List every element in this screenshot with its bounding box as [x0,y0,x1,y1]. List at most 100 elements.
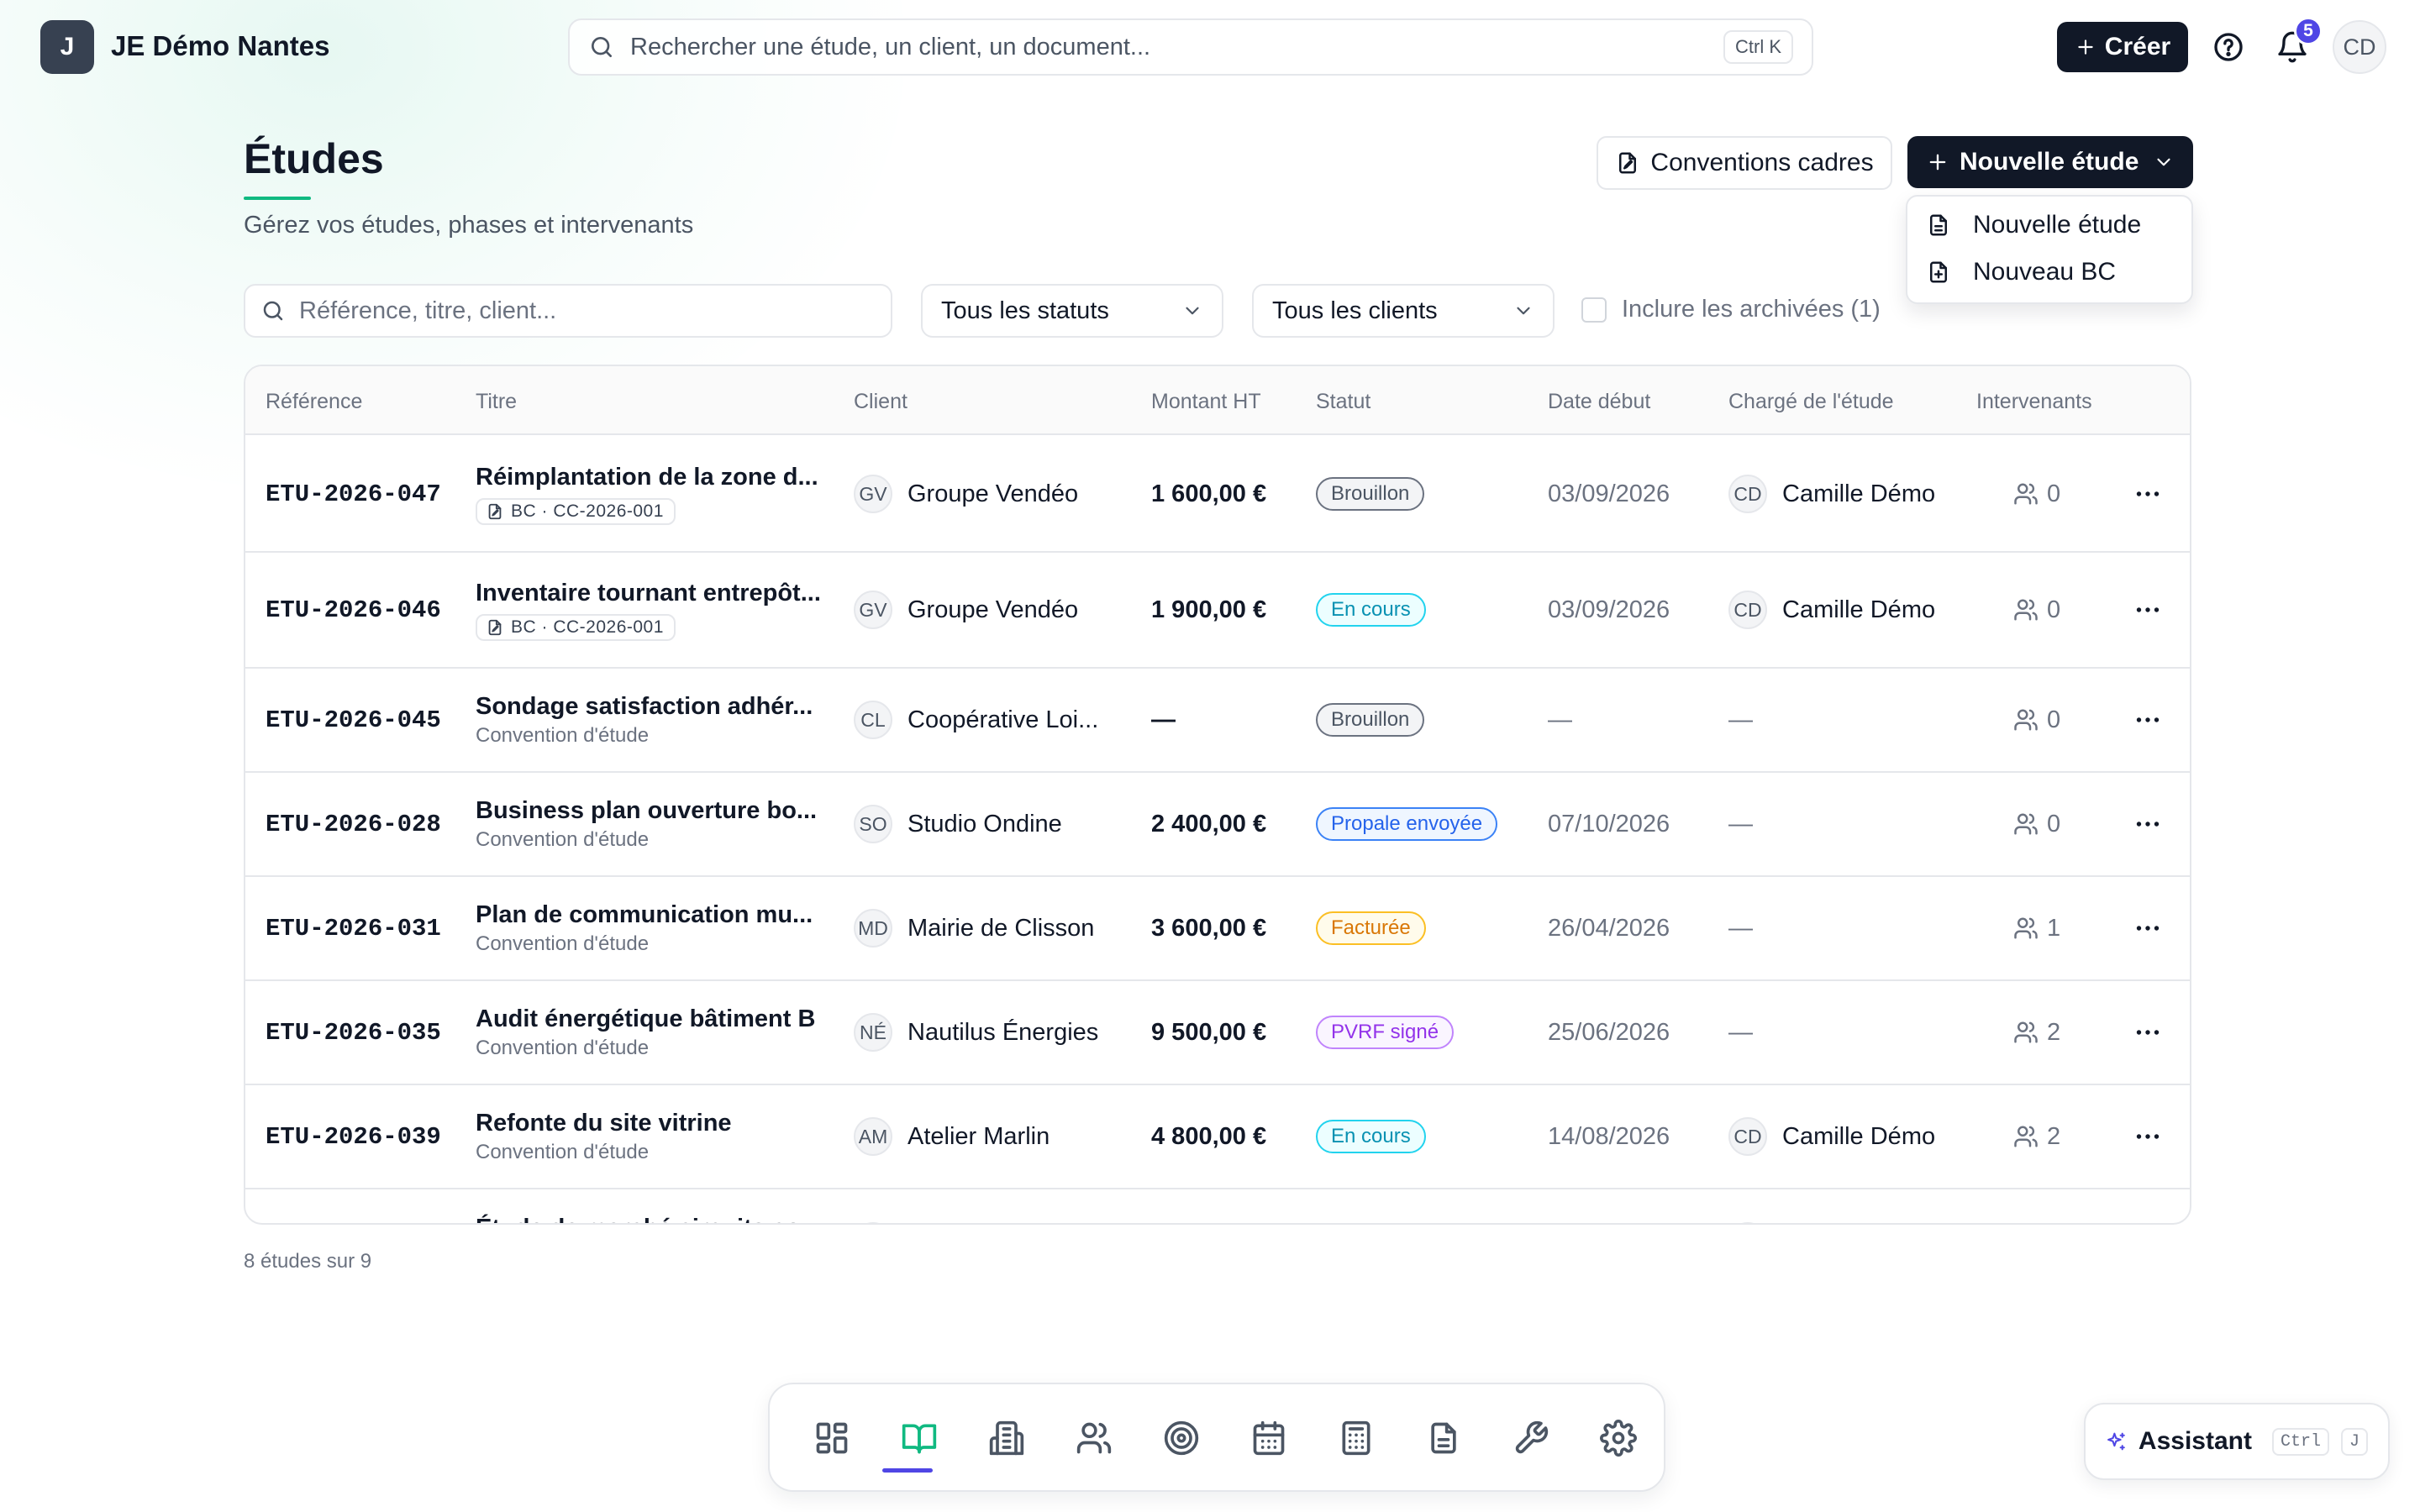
row-actions-button[interactable] [2133,773,2163,875]
table-row[interactable]: ETU-2026-047 Réimplantation de la zone d.… [245,437,2190,553]
dock-active-indicator [882,1468,933,1473]
table-search-input[interactable] [299,297,876,325]
start-date: 07/10/2026 [1548,810,1670,837]
dock-companies[interactable] [976,1408,1037,1468]
client-name[interactable]: Groupe Vendéo [908,480,1078,508]
column-header-reference[interactable]: Référence [266,390,362,414]
dropdown-item-new-bc[interactable]: Nouveau BC [1907,249,2191,296]
row-actions-button[interactable] [2133,1085,2163,1188]
study-title[interactable]: Inventaire tournant entrepôt... [476,580,821,607]
contributors-count: 2 [2013,981,2060,1084]
table-row[interactable]: ETU-2026-031 Plan de communication mu... C… [245,877,2190,981]
manager-empty: — [1728,810,1753,837]
results-count: 8 études sur 9 [244,1250,372,1273]
row-actions-button[interactable] [2133,437,2163,551]
row-actions-button[interactable] [2133,1189,2163,1223]
dock-dashboard[interactable] [802,1408,862,1468]
study-title[interactable]: Refonte du site vitrine [476,1110,732,1137]
column-header-title[interactable]: Titre [476,390,517,414]
study-reference[interactable]: ETU-2026-035 [266,1019,441,1047]
client-name[interactable]: Atelier Marlin [908,1123,1050,1151]
manager-empty: — [1728,914,1753,942]
study-title[interactable]: Réimplantation de la zone d... [476,464,818,491]
calculator-icon [1342,1420,1370,1456]
table-row[interactable]: ETU-2026-046 Inventaire tournant entrepôt… [245,553,2190,669]
conventions-cadres-button[interactable]: Conventions cadres [1597,136,1892,190]
client-avatar: GV [854,591,892,629]
table-row[interactable]: ETU-2026-035 Audit énergétique bâtiment B… [245,981,2190,1085]
dock-settings[interactable] [1588,1408,1649,1468]
client-filter[interactable]: Tous les clients [1252,284,1555,338]
bc-chip[interactable]: BC · CC-2026-001 [476,613,676,641]
status-badge: Brouillon [1316,477,1425,511]
status-badge: Brouillon [1316,703,1425,737]
study-title[interactable]: Sondage satisfaction adhér... [476,693,813,721]
dropdown-item-label: Nouveau BC [1973,258,2117,286]
status-filter[interactable]: Tous les statuts [921,284,1223,338]
study-reference[interactable]: ETU-2026-047 [266,480,441,508]
client-name[interactable]: Mairie de Clisson [908,915,1094,942]
table-row[interactable]: ETU-2026-042Étude de marché circuits co.… [245,1189,2190,1224]
dock-calendar[interactable] [1239,1408,1299,1468]
row-actions-button[interactable] [2133,877,2163,979]
dock-studies[interactable] [889,1408,950,1468]
row-actions-button[interactable] [2133,669,2163,771]
study-title[interactable]: Étude de marché circuits co... [476,1215,821,1224]
create-button[interactable]: Créer [2057,22,2188,72]
column-header-amount[interactable]: Montant HT [1151,390,1261,414]
include-archived-checkbox[interactable] [1581,297,1607,323]
client-name[interactable]: Nautilus Énergies [908,1019,1098,1047]
status-badge: Facturée [1316,911,1426,945]
page-title: Études [244,135,384,182]
file-text-icon [1431,1422,1456,1454]
dock-people[interactable] [1064,1408,1124,1468]
help-icon[interactable] [2212,30,2245,64]
manager-empty: — [1728,1018,1753,1046]
table-row[interactable]: ETU-2026-039 Refonte du site vitrine Conve… [245,1085,2190,1189]
org-name[interactable]: JE Démo Nantes [111,30,329,62]
amount: 1 900,00 € [1151,596,1267,623]
table-row[interactable]: ETU-2026-028 Business plan ouverture bo..… [245,773,2190,877]
column-header-status[interactable]: Statut [1316,390,1370,414]
study-title[interactable]: Audit énergétique bâtiment B [476,1005,815,1033]
study-reference[interactable]: ETU-2026-031 [266,915,441,942]
study-reference[interactable]: ETU-2026-046 [266,596,441,624]
row-actions-button[interactable] [2133,981,2163,1084]
study-reference[interactable]: ETU-2026-045 [266,706,441,734]
table-row[interactable]: ETU-2026-045 Sondage satisfaction adhér..… [245,669,2190,773]
user-avatar[interactable]: CD [2333,20,2386,74]
client-name[interactable]: Studio Ondine [908,811,1062,838]
start-date: 26/04/2026 [1548,914,1670,942]
global-search[interactable]: Ctrl K [568,18,1813,76]
bc-chip[interactable]: BC · CC-2026-001 [476,497,676,525]
study-reference[interactable]: ETU-2026-039 [266,1123,441,1151]
study-title[interactable]: Plan de communication mu... [476,901,813,929]
column-header-start-date[interactable]: Date début [1548,390,1650,414]
start-date: 03/09/2026 [1548,596,1670,623]
study-reference[interactable]: ETU-2026-028 [266,811,441,838]
column-header-contributors[interactable]: Intervenants [1976,390,2092,414]
dock-accounting[interactable] [1326,1408,1386,1468]
global-search-input[interactable] [630,33,1723,61]
dock-tools[interactable] [1501,1408,1561,1468]
dropdown-item-new-study[interactable]: Nouvelle étude [1907,202,2191,249]
include-archived-toggle[interactable]: Inclure les archivées (1) [1581,296,1881,323]
column-header-client[interactable]: Client [854,390,908,414]
column-header-manager[interactable]: Chargé de l'étude [1728,390,1894,414]
org-logo[interactable]: J [40,20,94,74]
new-study-button[interactable]: Nouvelle étude [1907,136,2193,188]
top-bar: J JE Démo Nantes Ctrl K Créer 5 CD [0,0,2420,94]
client-name[interactable]: Coopérative Loi... [908,706,1098,734]
assistant-label: Assistant [2138,1427,2252,1455]
chevron-down-icon [1186,307,1199,315]
more-horizontal-icon [2136,926,2160,931]
dock-documents[interactable] [1413,1408,1474,1468]
manager-avatar: CD [1728,591,1767,629]
row-actions-button[interactable] [2133,553,2163,667]
client-name[interactable]: Groupe Vendéo [908,596,1078,624]
study-title[interactable]: Business plan ouverture bo... [476,797,817,825]
dock-targets[interactable] [1151,1408,1212,1468]
table-search[interactable] [244,284,892,338]
more-horizontal-icon [2136,491,2160,496]
assistant-button[interactable]: Assistant Ctrl J [2084,1403,2390,1480]
